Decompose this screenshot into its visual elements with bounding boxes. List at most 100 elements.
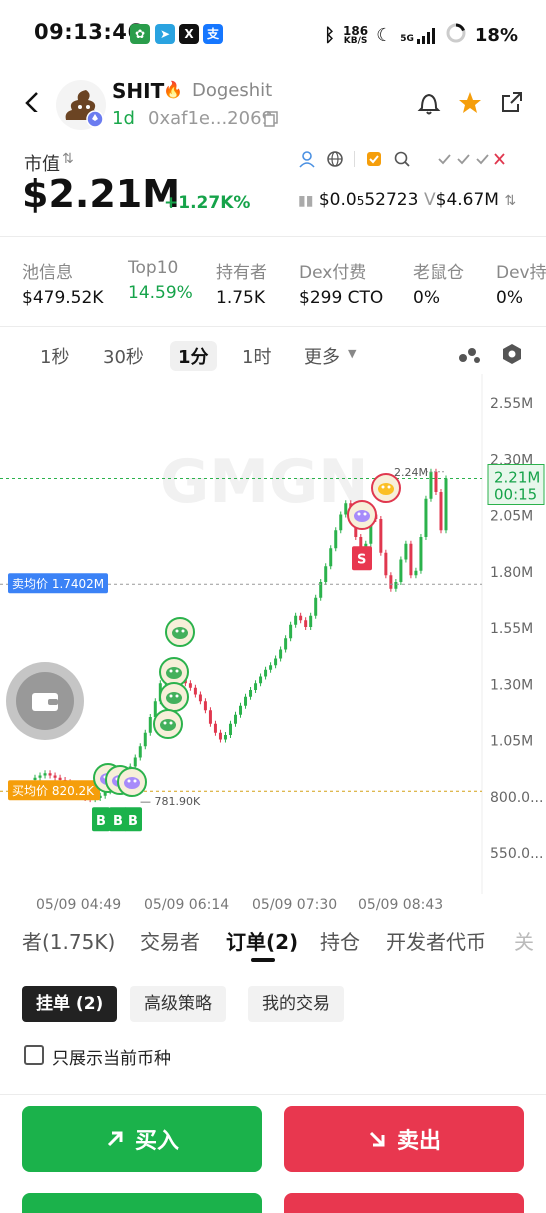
buy-marker-label: B [113, 814, 123, 829]
x-tick-label: 05/09 06:14 [144, 897, 229, 913]
candle-body [213, 723, 217, 733]
candle-body [33, 777, 37, 780]
candle-body [289, 624, 293, 639]
candle-body [424, 498, 428, 537]
social-icons [298, 150, 507, 168]
divider [0, 326, 546, 327]
timeframe-1s[interactable]: 1秒 [40, 343, 69, 369]
candle-body [429, 471, 433, 499]
token-price: ▮▮ $0.0552723 [298, 190, 419, 210]
timeframe-30s[interactable]: 30秒 [103, 343, 144, 369]
divider [0, 236, 546, 237]
candle-body [394, 582, 398, 589]
tab-holders[interactable]: 者(1.75K) [22, 926, 115, 955]
y-tick-label: 800.0... [490, 790, 543, 806]
copy-icon[interactable] [264, 111, 278, 127]
back-arrow-icon[interactable] [22, 90, 44, 112]
candle-body [128, 766, 132, 774]
y-tick-label: 1.55M [490, 621, 533, 637]
candle-body [58, 777, 62, 780]
divider [0, 1094, 546, 1095]
stat-top10[interactable]: Top10 14.59% [128, 258, 193, 303]
candle-body [123, 773, 127, 778]
contract-address[interactable]: 0xaf1e...2069 [148, 108, 273, 129]
candle-body [153, 701, 157, 717]
tab-orders[interactable]: 订单(2) [226, 926, 298, 955]
y-tick-label: 1.80M [490, 565, 533, 581]
candle-body [309, 615, 313, 627]
tab-positions[interactable]: 持仓 [320, 926, 360, 955]
subtab-advanced-strategy[interactable]: 高级策略 [130, 986, 226, 1022]
status-bar: 09:13:46 ✿ ➤ X 支 ᛒ 186 KB/S ☾ 5G 18% [0, 0, 546, 62]
stat-insiders[interactable]: 老鼠仓 0% [413, 258, 464, 308]
candle-body [143, 732, 147, 747]
user-icon[interactable] [298, 150, 316, 168]
subtab-my-trades[interactable]: 我的交易 [248, 986, 344, 1022]
candle-body [103, 791, 107, 796]
tab-traders[interactable]: 交易者 [140, 926, 200, 955]
star-favorite-icon[interactable] [457, 90, 483, 116]
candle-body [43, 773, 47, 776]
candle-body [193, 687, 197, 695]
candle-body [228, 723, 232, 735]
buy-marker-label: B [128, 814, 138, 829]
tab-overflow[interactable]: 关 [514, 926, 546, 955]
stat-dex-paid[interactable]: Dex付费 $299 CTO [299, 258, 383, 308]
sell-button[interactable]: 卖出 [284, 1106, 524, 1172]
timeframe-1h[interactable]: 1时 [242, 343, 271, 369]
y-tick-label: 2.55M [490, 396, 533, 412]
security-checks-icon[interactable] [437, 151, 507, 167]
candle-body [203, 701, 207, 711]
chart-watermark: GMGN [160, 447, 368, 517]
candle-body [259, 676, 263, 684]
globe-icon[interactable] [326, 150, 344, 168]
status-time: 09:13:46 [34, 20, 143, 44]
search-icon[interactable] [393, 150, 411, 168]
candle-body [324, 566, 328, 582]
wallet-float-button[interactable] [6, 662, 84, 740]
candle-body [339, 514, 343, 531]
candle-body [274, 658, 278, 666]
buy-button-secondary[interactable] [22, 1193, 262, 1213]
sort-icon[interactable]: ⇅ [62, 151, 74, 167]
stat-holders[interactable]: 持有者 1.75K [216, 258, 267, 308]
sell-avg-label: 卖均价 1.7402M [12, 577, 104, 591]
arrow-down-right-icon [369, 1131, 385, 1147]
share-icon[interactable] [500, 90, 524, 114]
candle-body [434, 471, 438, 492]
arrow-up-right-icon [107, 1131, 123, 1147]
bell-icon[interactable] [417, 90, 441, 116]
candle-body [409, 543, 413, 576]
y-tick-label: 1.30M [490, 677, 533, 693]
y-tick-label: 550.0... [490, 846, 543, 862]
hot-flame-icon: 🔥 [163, 80, 183, 99]
candle-body [379, 519, 383, 553]
candle-body [183, 678, 187, 684]
stat-dev-hold[interactable]: Dev持 0% [496, 258, 546, 308]
tab-dev-tokens[interactable]: 开发者代币 [386, 926, 486, 955]
moon-icon: ☾ [376, 25, 393, 46]
candle-body [279, 649, 283, 659]
indicators-icon[interactable] [457, 343, 481, 365]
candle-body [399, 559, 403, 582]
candle-body [384, 552, 388, 576]
settings-icon[interactable] [500, 342, 524, 366]
candle-body [349, 503, 353, 508]
buy-button[interactable]: 买入 [22, 1106, 262, 1172]
timeframe-1m[interactable]: 1分 [170, 341, 217, 371]
market-cap-change: +1.27K% [164, 193, 251, 213]
candle-body [419, 537, 423, 571]
current-token-checkbox[interactable] [24, 1045, 44, 1065]
candle-body [334, 530, 338, 549]
token-name: Dogeshit [192, 80, 273, 101]
stat-pool[interactable]: 池信息 $479.52K [22, 258, 103, 308]
candle-body [233, 714, 237, 724]
timeframe-more[interactable]: 更多 [304, 343, 340, 369]
sell-button-secondary[interactable] [284, 1193, 524, 1213]
low-label: — 781.90K [140, 795, 201, 808]
candle-body [208, 710, 212, 724]
price-chart[interactable]: GMGN 2.55M2.30M2.05M1.80M1.55M1.30M1.05M… [0, 374, 546, 914]
audit-icon[interactable] [365, 150, 383, 168]
subtab-pending-orders[interactable]: 挂单 (2) [22, 986, 118, 1022]
y-tick-label: 1.05M [490, 734, 533, 750]
